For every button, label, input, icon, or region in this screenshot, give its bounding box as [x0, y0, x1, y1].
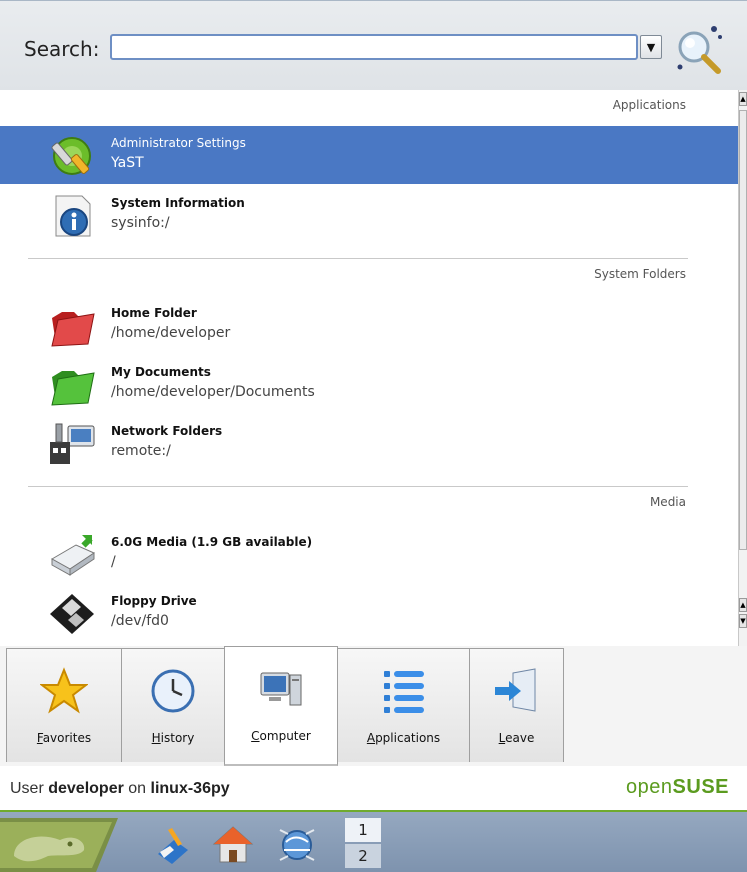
item-subtitle: YaST	[111, 155, 144, 171]
item-title: Administrator Settings	[111, 136, 246, 150]
tab-label-key: C	[251, 729, 260, 743]
applications-icon	[383, 671, 424, 713]
item-title: 6.0G Media (1.9 GB available)	[111, 535, 313, 549]
tab-label-rest: eave	[505, 731, 535, 745]
list-item-media-drive[interactable]: 6.0G Media (1.9 GB available) /	[0, 525, 738, 583]
item-title: System Information	[111, 196, 245, 210]
user-on: on	[123, 780, 151, 797]
system-info-icon	[55, 195, 91, 237]
host-name: linux-36py	[150, 780, 230, 797]
drive-icon	[50, 535, 96, 576]
section-divider	[28, 486, 688, 487]
section-header-applications: Applications	[612, 98, 686, 112]
user-host-line: User developer on linux-36py	[10, 780, 230, 798]
results-list: Applications Administrator Settings YaST…	[0, 90, 738, 646]
star-icon	[40, 667, 88, 714]
chevron-down-icon: ▼	[646, 40, 656, 54]
tab-computer[interactable]: Computer	[224, 646, 338, 766]
network-folder-icon	[50, 423, 95, 464]
scroll-down-button[interactable]: ▼	[739, 614, 747, 628]
tab-favorites[interactable]: Favorites	[6, 648, 122, 762]
tab-label-key: H	[151, 731, 161, 745]
floppy-icon	[50, 594, 94, 634]
section-header-system-folders: System Folders	[594, 267, 686, 281]
opensuse-logo: openSUSE	[626, 776, 729, 799]
user-name: developer	[48, 780, 124, 797]
tab-label-rest: omputer	[259, 729, 311, 743]
pager-desktop-2[interactable]: 2	[345, 844, 381, 868]
list-item-floppy-drive[interactable]: Floppy Drive /dev/fd0	[0, 584, 738, 642]
section-divider	[28, 258, 688, 259]
item-subtitle: /	[111, 554, 116, 570]
magnifier-icon[interactable]	[670, 21, 726, 77]
search-input[interactable]	[110, 34, 638, 60]
scroll-thumb[interactable]	[739, 110, 747, 550]
search-history-dropdown[interactable]: ▼	[640, 35, 662, 59]
launcher-tabs: Favorites History Computer Applications …	[0, 646, 747, 766]
brand-light: open	[626, 776, 673, 798]
kmenu-button[interactable]	[0, 818, 126, 872]
tab-history[interactable]: History	[121, 648, 225, 762]
leave-icon	[494, 668, 535, 712]
home-icon[interactable]	[212, 824, 254, 866]
item-title: Home Folder	[111, 306, 197, 320]
brand-bold: SUSE	[672, 776, 729, 798]
list-item-system-information[interactable]: System Information sysinfo:/	[0, 186, 738, 244]
desktop-pager: 1 2	[345, 818, 381, 872]
green-folder-icon	[51, 371, 95, 406]
red-folder-icon	[51, 312, 95, 347]
item-subtitle: /home/developer	[111, 325, 231, 341]
list-item-network-folders[interactable]: Network Folders remote:/	[0, 414, 738, 472]
item-title: Floppy Drive	[111, 594, 197, 608]
desktop-icon[interactable]	[152, 824, 194, 866]
tab-label-rest: pplications	[375, 731, 441, 745]
scroll-up-button[interactable]: ▲	[739, 92, 747, 106]
item-title: Network Folders	[111, 424, 223, 438]
results-scrollbar[interactable]: ▲ ▲ ▼	[738, 90, 747, 646]
computer-icon	[260, 672, 302, 706]
web-browser-icon[interactable]	[276, 824, 318, 866]
footer: User developer on linux-36py openSUSE	[0, 766, 747, 812]
tab-leave[interactable]: Leave	[469, 648, 564, 762]
list-item-administrator-settings[interactable]: Administrator Settings YaST	[0, 126, 738, 184]
tab-label-key: A	[366, 731, 376, 745]
search-label: Search:	[24, 37, 100, 61]
item-subtitle: remote:/	[111, 443, 171, 459]
item-title: My Documents	[111, 365, 211, 379]
user-prefix: User	[10, 780, 49, 797]
search-bar: Search: ▼	[0, 0, 747, 90]
section-header-media: Media	[649, 495, 686, 509]
tab-label-rest: avorites	[42, 731, 92, 745]
tab-label-rest: istory	[160, 731, 195, 745]
pager-desktop-1[interactable]: 1	[345, 818, 381, 842]
yast-icon	[51, 137, 91, 175]
clock-icon	[151, 669, 195, 713]
item-subtitle: /home/developer/Documents	[111, 384, 315, 400]
item-subtitle: sysinfo:/	[111, 215, 170, 231]
list-item-my-documents[interactable]: My Documents /home/developer/Documents	[0, 355, 738, 413]
item-subtitle: /dev/fd0	[111, 613, 169, 629]
scroll-up-button-bottom[interactable]: ▲	[739, 598, 747, 612]
list-item-home-folder[interactable]: Home Folder /home/developer	[0, 296, 738, 354]
tab-applications[interactable]: Applications	[337, 648, 470, 762]
taskbar: 1 2	[0, 812, 747, 872]
